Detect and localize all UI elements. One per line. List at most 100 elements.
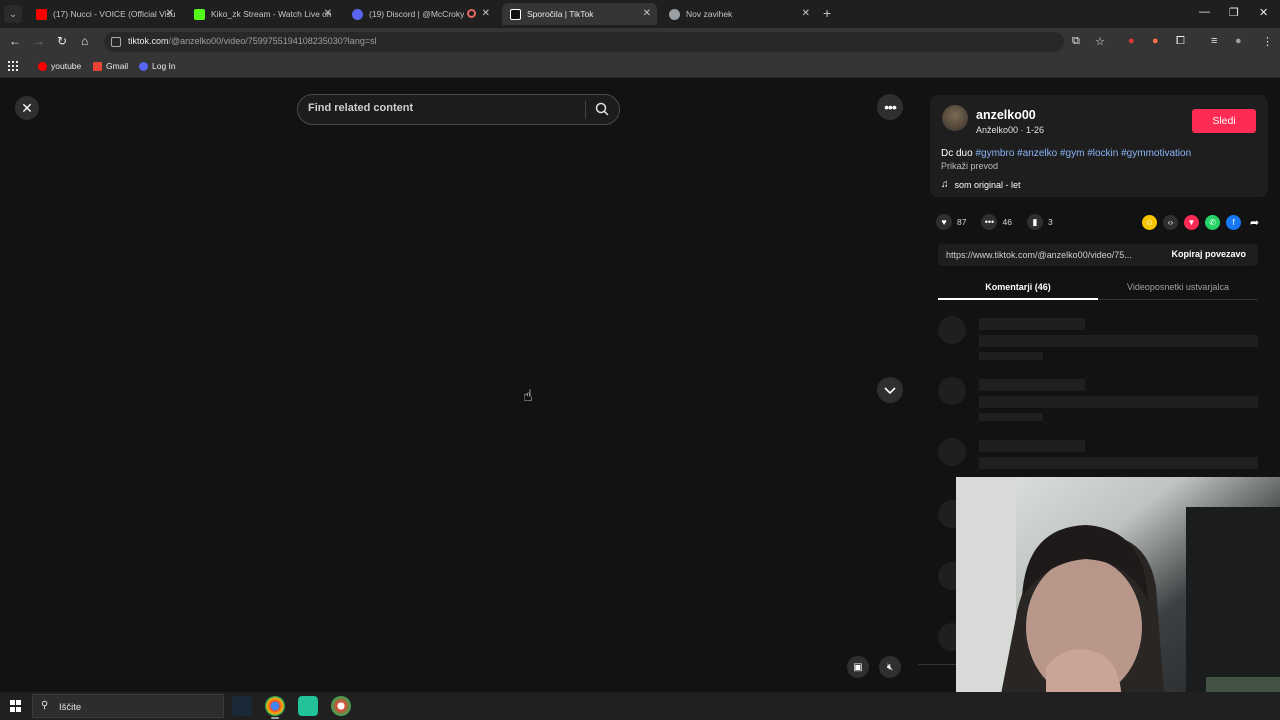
next-video-button[interactable]: [877, 377, 903, 403]
comment-button[interactable]: ••• 46: [981, 214, 1012, 230]
tab-new-tab[interactable]: Nov zavihek ✕: [661, 3, 816, 25]
forward-icon[interactable]: →: [33, 34, 45, 48]
extension-red-icon[interactable]: ●: [1128, 35, 1135, 47]
window-close-icon[interactable]: ✕: [1259, 6, 1268, 19]
profile-avatar-icon[interactable]: ●: [1235, 35, 1242, 47]
bookmark-youtube[interactable]: youtube: [38, 61, 81, 71]
skeleton-line: [979, 457, 1258, 469]
music-link[interactable]: ♫ som original - let: [941, 179, 1021, 190]
related-search: [297, 94, 620, 125]
windows-start-icon[interactable]: [10, 700, 22, 712]
restore-icon[interactable]: ❐: [1229, 6, 1239, 19]
browser-menu-icon[interactable]: ⋮: [1262, 35, 1273, 48]
extensions-puzzle-icon[interactable]: ⧠: [1176, 35, 1185, 48]
tab-title: Kiko_zk Stream - Watch Live on: [211, 9, 332, 19]
home-icon[interactable]: ⌂: [81, 34, 88, 48]
close-icon: ✕: [21, 99, 33, 116]
tab-creator-videos[interactable]: Videoposnetki ustvarjalca: [1098, 282, 1258, 292]
tab-title: Nov zavihek: [686, 9, 733, 19]
music-title: som original - let: [954, 179, 1021, 190]
send-to-friend-icon[interactable]: ▼: [1184, 215, 1199, 230]
panel-tabs: Komentarji (46) Videoposnetki ustvarjalc…: [938, 278, 1258, 300]
repost-icon[interactable]: ☺: [1142, 215, 1157, 230]
youtube-icon: [36, 8, 47, 20]
tab-comments[interactable]: Komentarji (46): [938, 282, 1098, 292]
video-link-url[interactable]: https://www.tiktok.com/@anzelko00/video/…: [946, 250, 1132, 260]
discord-icon: [139, 61, 148, 71]
hashtag-link[interactable]: #lockin: [1087, 148, 1118, 159]
tab-youtube[interactable]: (17) Nucci - VOICE (Official Visu ✕: [28, 3, 180, 25]
close-icon[interactable]: ✕: [802, 8, 810, 19]
taskbar-search-placeholder: Iščite: [59, 702, 82, 713]
mute-button[interactable]: 🔇︎: [879, 656, 901, 678]
site-info-icon[interactable]: [111, 37, 121, 47]
hashtag-link[interactable]: #gym: [1060, 148, 1084, 159]
share-arrow-icon[interactable]: ➦: [1247, 215, 1262, 230]
copy-link-button[interactable]: Kopiraj povezavo: [1171, 249, 1246, 259]
bookmark-icon: ▮: [1026, 214, 1043, 230]
tab-tiktok[interactable]: Sporočila | TikTok ✕: [502, 3, 657, 25]
skeleton-line: [979, 318, 1085, 330]
save-button[interactable]: ▮ 3: [1026, 214, 1053, 230]
bookmark-gmail[interactable]: Gmail: [93, 61, 128, 71]
embed-code-icon[interactable]: ‹›: [1163, 215, 1178, 230]
facebook-icon[interactable]: f: [1226, 215, 1241, 230]
search-icon[interactable]: [594, 101, 610, 117]
bookmark-label: youtube: [51, 61, 82, 71]
related-search-input[interactable]: [308, 102, 578, 114]
search-divider: [585, 101, 586, 119]
close-icon[interactable]: ✕: [324, 8, 332, 19]
video-player[interactable]: ✕ ••• ☝ ▣ 🔇︎: [0, 78, 918, 692]
more-dots-icon: •••: [884, 99, 897, 115]
chrome-taskbar-icon[interactable]: [265, 696, 285, 719]
skeleton-avatar: [938, 316, 966, 344]
taskbar-app-icon[interactable]: [298, 696, 318, 716]
bookmark-log-in[interactable]: Log In: [139, 61, 176, 71]
floating-player-button[interactable]: ▣: [847, 656, 869, 678]
minimize-icon[interactable]: —: [1199, 6, 1210, 18]
author-username[interactable]: anzelko00: [976, 108, 1036, 122]
muted-speaker-icon: 🔇︎: [886, 661, 894, 673]
follow-button[interactable]: Sledi: [1192, 109, 1256, 133]
tab-discord[interactable]: (19) Discord | @McCroky ✕: [344, 3, 496, 25]
address-bar[interactable]: tiktok.com/@anzelko00/video/759975519410…: [104, 32, 1064, 52]
video-link-box: https://www.tiktok.com/@anzelko00/video/…: [938, 244, 1258, 266]
show-translation-link[interactable]: Prikaži prevod: [941, 161, 998, 171]
hashtag-link[interactable]: #gymmotivation: [1121, 148, 1191, 159]
taskbar-app-icon[interactable]: [232, 696, 252, 716]
close-icon[interactable]: ✕: [643, 8, 651, 19]
tab-search-icon[interactable]: ⌄: [4, 5, 22, 23]
more-options-button[interactable]: •••: [877, 94, 903, 120]
close-icon[interactable]: ✕: [166, 8, 174, 19]
close-video-button[interactable]: ✕: [15, 96, 39, 120]
apps-grid-icon[interactable]: [8, 61, 18, 71]
music-note-icon: ♫: [941, 179, 949, 190]
taskbar-search[interactable]: ⚲ Iščite: [32, 694, 224, 718]
tab-title: Sporočila | TikTok: [527, 9, 594, 19]
hashtag-link[interactable]: #anzelko: [1017, 148, 1057, 159]
tab-title: (17) Nucci - VOICE (Official Visu: [53, 9, 176, 19]
new-tab-icon[interactable]: +: [823, 5, 831, 21]
skeleton-line: [979, 352, 1043, 360]
media-control-icon[interactable]: ≡: [1211, 35, 1217, 47]
install-icon[interactable]: ⧉: [1072, 35, 1080, 48]
extension-orange-icon[interactable]: ●: [1152, 35, 1159, 47]
chrome-profile-taskbar-icon[interactable]: [331, 696, 351, 716]
hashtag-link[interactable]: #gymbro: [975, 148, 1014, 159]
caption-text: Dc duo: [941, 148, 976, 159]
like-count: 87: [957, 217, 967, 227]
url-path: /@anzelko00/video/7599755194108235030?la…: [168, 36, 377, 46]
tab-kick[interactable]: Kiko_zk Stream - Watch Live on ✕: [186, 3, 338, 25]
skeleton-line: [979, 396, 1258, 408]
like-button[interactable]: ♥ 87: [936, 214, 966, 230]
whatsapp-icon[interactable]: ✆: [1205, 215, 1220, 230]
close-icon[interactable]: ✕: [482, 8, 490, 19]
bookmark-star-icon[interactable]: ☆: [1095, 35, 1105, 48]
reload-icon[interactable]: ↻: [57, 34, 67, 48]
bookmarks-bar: youtube Gmail Log In: [0, 56, 1280, 78]
windows-taskbar: ⚲ Iščite: [0, 692, 1280, 720]
discord-icon: [352, 8, 363, 20]
back-icon[interactable]: ←: [9, 34, 21, 48]
active-tab-indicator: [938, 298, 1098, 300]
avatar[interactable]: [942, 105, 968, 131]
